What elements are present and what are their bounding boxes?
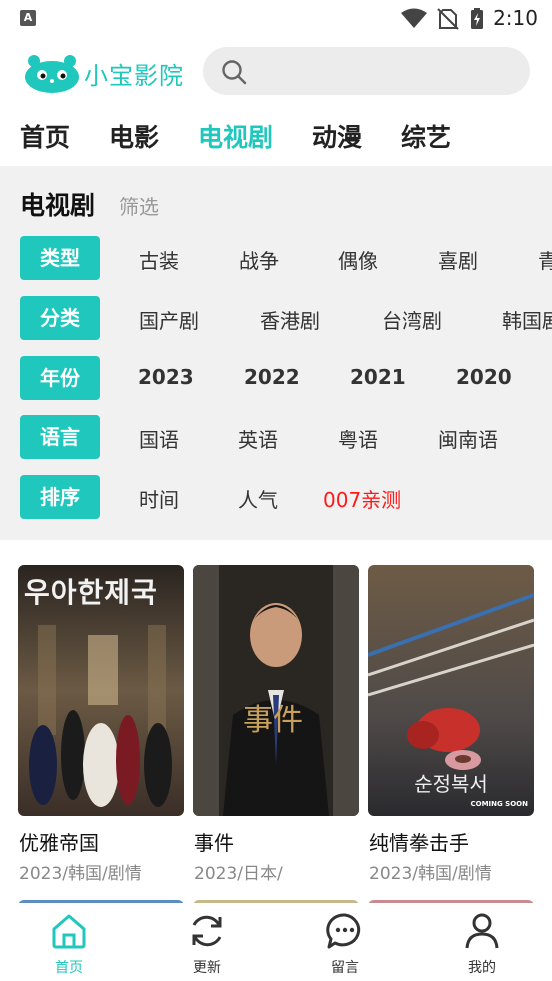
nav-label: 留言 <box>331 960 359 976</box>
bottom-navigation: 首页 更新 留言 我的 <box>0 903 552 981</box>
filter-row-year: 年份 2023 2022 2021 2020 <box>0 356 552 400</box>
wifi-icon <box>401 8 427 28</box>
nav-label: 更新 <box>193 960 221 976</box>
tab-anime[interactable]: 动漫 <box>312 118 362 154</box>
status-bar: A 2:10 <box>0 0 552 38</box>
poster-image: 事件 <box>193 565 359 816</box>
media-title: 事件 <box>194 831 234 855</box>
poster-title-text: 순정복서 <box>414 772 488 796</box>
poster-title-text: 우아한제국 <box>24 576 158 609</box>
home-icon <box>52 914 86 949</box>
search-icon <box>222 60 247 85</box>
media-title: 优雅帝国 <box>19 831 99 855</box>
filter-option[interactable]: 2021 <box>350 365 406 389</box>
filter-option[interactable]: 台湾剧 <box>382 305 442 334</box>
filter-option[interactable]: 闽南语 <box>438 424 498 453</box>
filter-option[interactable]: 国产剧 <box>139 305 199 334</box>
filter-chip-sort[interactable]: 排序 <box>20 475 100 519</box>
filter-option[interactable]: 喜剧 <box>438 245 478 274</box>
nav-label: 我的 <box>468 960 496 976</box>
filter-row-sort: 排序 时间 人气 007亲测 <box>0 475 552 519</box>
media-title: 纯情拳击手 <box>369 831 469 855</box>
filter-chip-language[interactable]: 语言 <box>20 415 100 459</box>
filter-option[interactable]: 韩国剧 <box>502 305 552 334</box>
filter-option[interactable]: 英语 <box>238 424 278 453</box>
tab-tv-series[interactable]: 电视剧 <box>198 118 273 154</box>
filter-option-highlight[interactable]: 007亲测 <box>323 484 401 513</box>
filter-option[interactable]: 粤语 <box>338 424 378 453</box>
filter-subtitle: 筛选 <box>119 195 159 219</box>
tab-home[interactable]: 首页 <box>20 118 70 154</box>
logo-mascot-icon <box>25 55 79 93</box>
filter-row-category: 分类 国产剧 香港剧 台湾剧 韩国剧 <box>0 296 552 340</box>
search-bar[interactable] <box>203 47 530 95</box>
nav-updates[interactable]: 更新 <box>167 911 247 977</box>
filter-option[interactable]: 时间 <box>139 484 179 513</box>
nav-profile[interactable]: 我的 <box>442 911 522 977</box>
filter-option[interactable]: 2022 <box>244 365 300 389</box>
filter-row-type: 类型 古装 战争 偶像 喜剧 青 <box>0 236 552 280</box>
filter-option[interactable]: 香港剧 <box>260 305 320 334</box>
app-name: 小宝影院 <box>84 61 184 90</box>
nav-home[interactable]: 首页 <box>29 911 109 977</box>
message-icon <box>326 913 361 949</box>
refresh-icon <box>192 915 222 947</box>
filter-chip-year[interactable]: 年份 <box>20 356 100 400</box>
tab-variety[interactable]: 综艺 <box>401 118 451 154</box>
tab-movies[interactable]: 电影 <box>109 118 159 154</box>
no-sim-icon <box>437 8 459 30</box>
category-tabs: 首页 电影 电视剧 动漫 综艺 <box>0 108 552 164</box>
nav-label: 首页 <box>55 960 83 976</box>
media-meta: 2023/日本/ <box>194 864 283 884</box>
user-icon <box>465 913 499 949</box>
media-meta: 2023/韩国/剧情 <box>19 864 142 884</box>
filter-option[interactable]: 2023 <box>138 365 194 389</box>
filter-option[interactable]: 古装 <box>139 245 179 274</box>
filter-panel: 电视剧 筛选 类型 古装 战争 偶像 喜剧 青 分类 国产剧 香港剧 台湾剧 韩… <box>0 166 552 540</box>
poster-title-text: 事件 <box>243 703 303 738</box>
media-meta: 2023/韩国/剧情 <box>369 864 492 884</box>
poster-image: 우아한제국 <box>18 565 184 816</box>
battery-icon <box>471 8 483 29</box>
filter-option[interactable]: 国语 <box>139 424 179 453</box>
poster-image: 순정복서 COMING SOON <box>368 565 534 816</box>
media-card[interactable]: 순정복서 COMING SOON 纯情拳击手 2023/韩国/剧情 <box>368 565 534 884</box>
filter-option[interactable]: 人气 <box>238 484 278 513</box>
clock: 2:10 <box>493 6 538 30</box>
filter-option[interactable]: 战争 <box>239 245 279 274</box>
app-notification-icon: A <box>20 10 36 26</box>
filter-chip-category[interactable]: 分类 <box>20 296 100 340</box>
filter-option[interactable]: 青 <box>538 245 552 274</box>
filter-option[interactable]: 2020 <box>456 365 512 389</box>
media-card[interactable]: 우아한제국 优雅帝国 2023/韩国/剧情 <box>18 565 184 884</box>
filter-title: 电视剧 <box>20 191 96 220</box>
nav-messages[interactable]: 留言 <box>305 911 385 977</box>
filter-chip-type[interactable]: 类型 <box>20 236 100 280</box>
poster-subtext: COMING SOON <box>470 800 528 808</box>
media-card[interactable]: 事件 事件 2023/日本/ <box>193 565 359 884</box>
filter-row-language: 语言 国语 英语 粤语 闽南语 <box>0 415 552 459</box>
filter-option[interactable]: 偶像 <box>338 245 378 274</box>
app-header: 小宝影院 <box>0 38 552 108</box>
app-logo[interactable]: 小宝影院 <box>22 48 184 98</box>
